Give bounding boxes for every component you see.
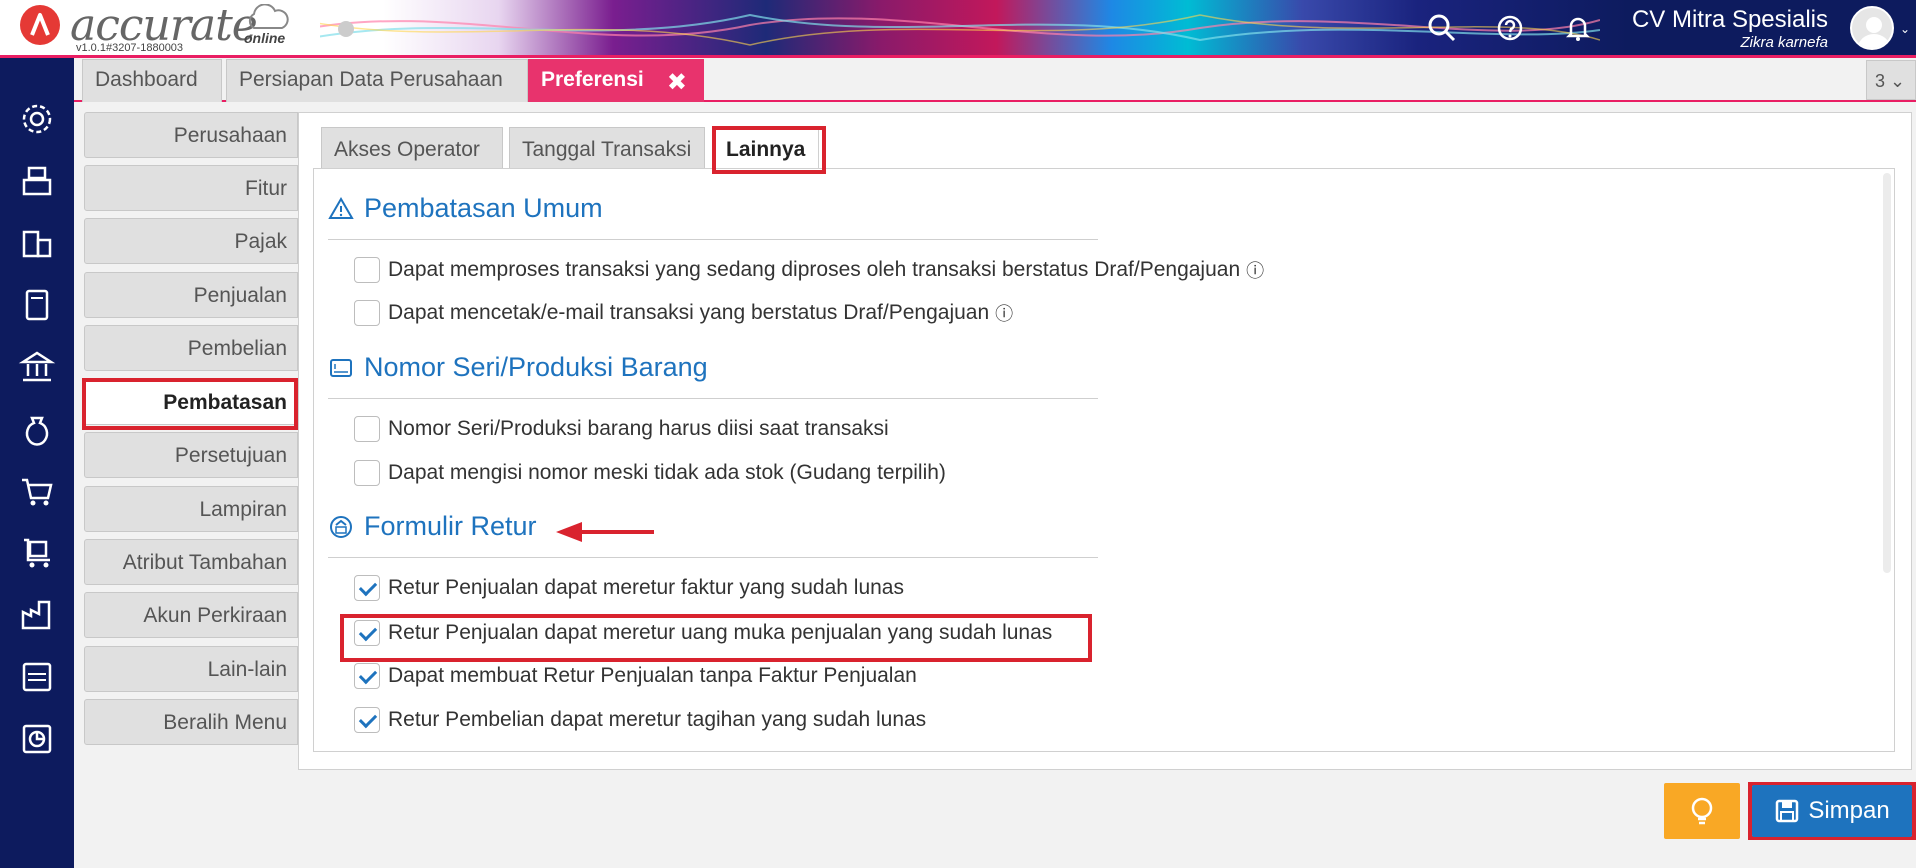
section-divider bbox=[328, 239, 1098, 240]
option-retur-faktur-lunas[interactable]: Retur Penjualan dapat meretur faktur yan… bbox=[354, 575, 904, 601]
save-button[interactable]: Simpan bbox=[1752, 785, 1912, 837]
main-tab-bar: Dashboard Persiapan Data Perusahaan Pref… bbox=[74, 58, 1916, 102]
close-icon[interactable]: ✖ bbox=[667, 68, 687, 97]
tab-preferensi[interactable]: Preferensi ✖ bbox=[528, 59, 704, 102]
option-label: Dapat mencetak/e-mail transaksi yang ber… bbox=[388, 301, 990, 324]
menu-item-lain-lain[interactable]: Lain-lain bbox=[84, 646, 298, 692]
shopping-cart-icon[interactable] bbox=[18, 472, 56, 510]
checkbox-checked[interactable] bbox=[354, 620, 380, 646]
factory-icon[interactable] bbox=[18, 596, 56, 634]
report-chart-icon[interactable] bbox=[18, 720, 56, 758]
tab-count-dropdown[interactable]: 3 ⌄ bbox=[1866, 60, 1916, 100]
tab-lainnya[interactable]: Lainnya bbox=[713, 127, 819, 169]
left-navigation-bar bbox=[0, 58, 74, 868]
option-retur-tanpa-faktur[interactable]: Dapat membuat Retur Penjualan tanpa Fakt… bbox=[354, 663, 917, 689]
tab-akses-operator[interactable]: Akses Operator bbox=[321, 127, 503, 169]
notification-bell-icon[interactable] bbox=[1562, 12, 1594, 44]
book-icon[interactable] bbox=[18, 286, 56, 324]
menu-item-penjualan[interactable]: Penjualan bbox=[84, 272, 298, 318]
menu-item-fitur[interactable]: Fitur bbox=[84, 165, 298, 211]
logo-area[interactable]: accurate online v1.0.1#3207-1880003 bbox=[0, 0, 320, 58]
tab-label: Dashboard bbox=[95, 68, 198, 91]
option-seri-wajib[interactable]: Nomor Seri/Produksi barang harus diisi s… bbox=[354, 416, 889, 442]
cash-register-icon[interactable] bbox=[18, 162, 56, 200]
option-retur-uang-muka-lunas[interactable]: Retur Penjualan dapat meretur uang muka … bbox=[354, 620, 1052, 646]
menu-item-pembelian[interactable]: Pembelian bbox=[84, 325, 298, 371]
tab-label: Preferensi bbox=[541, 68, 644, 91]
section-title: Pembatasan Umum bbox=[364, 193, 603, 223]
info-icon[interactable]: ⓘ bbox=[995, 300, 1013, 326]
gear-icon[interactable] bbox=[18, 100, 56, 138]
floppy-disk-icon bbox=[1776, 799, 1799, 823]
menu-item-persetujuan[interactable]: Persetujuan bbox=[84, 432, 298, 478]
section-divider bbox=[328, 557, 1098, 558]
vertical-scrollbar[interactable] bbox=[1883, 173, 1891, 573]
avatar[interactable] bbox=[1850, 6, 1894, 50]
cloud-icon bbox=[248, 4, 289, 29]
help-icon[interactable] bbox=[1494, 12, 1526, 44]
checkbox-checked[interactable] bbox=[354, 707, 380, 733]
option-cetak-draf[interactable]: Dapat mencetak/e-mail transaksi yang ber… bbox=[354, 300, 1013, 326]
tab-persiapan-data-perusahaan[interactable]: Persiapan Data Perusahaan bbox=[226, 59, 528, 102]
checkbox-checked[interactable] bbox=[354, 575, 380, 601]
menu-item-perusahaan[interactable]: Perusahaan bbox=[84, 112, 298, 158]
app-header: accurate online v1.0.1#3207-1880003 CV M… bbox=[0, 0, 1916, 58]
option-label: Retur Penjualan dapat meretur faktur yan… bbox=[388, 576, 904, 599]
section-title: Formulir Retur bbox=[364, 511, 537, 541]
company-name[interactable]: CV Mitra Spesialis bbox=[1632, 6, 1828, 34]
option-label: Nomor Seri/Produksi barang harus diisi s… bbox=[388, 417, 889, 440]
version-label: v1.0.1#3207-1880003 bbox=[76, 42, 184, 54]
checkbox[interactable] bbox=[354, 460, 380, 486]
section-formulir-retur: Formulir Retur bbox=[328, 511, 537, 542]
option-label: Dapat memproses transaksi yang sedang di… bbox=[388, 258, 1241, 281]
option-label: Dapat membuat Retur Penjualan tanpa Fakt… bbox=[388, 664, 917, 687]
checkbox[interactable] bbox=[354, 257, 380, 283]
checkbox-checked[interactable] bbox=[354, 663, 380, 689]
search-icon[interactable] bbox=[1426, 12, 1458, 44]
chevron-down-icon[interactable]: ⌄ bbox=[1900, 22, 1910, 36]
money-bag-icon[interactable] bbox=[18, 410, 56, 448]
option-proses-draf[interactable]: Dapat memproses transaksi yang sedang di… bbox=[354, 257, 1264, 283]
building-icon[interactable] bbox=[18, 224, 56, 262]
option-retur-pembelian-lunas[interactable]: Retur Pembelian dapat meretur tagihan ya… bbox=[354, 707, 926, 733]
section-title: Nomor Seri/Produksi Barang bbox=[364, 352, 708, 382]
bank-icon[interactable] bbox=[18, 348, 56, 386]
info-icon[interactable]: ⓘ bbox=[1246, 257, 1264, 283]
tab-tanggal-transaksi[interactable]: Tanggal Transaksi bbox=[509, 127, 705, 169]
checkbox[interactable] bbox=[354, 300, 380, 326]
logo-online: online bbox=[244, 30, 286, 46]
option-label: Dapat mengisi nomor meski tidak ada stok… bbox=[388, 461, 946, 484]
warning-icon bbox=[328, 196, 354, 219]
tax-icon[interactable] bbox=[18, 658, 56, 696]
save-label: Simpan bbox=[1808, 797, 1890, 824]
tab-content-lainnya: Pembatasan Umum Dapat memproses transaks… bbox=[313, 168, 1895, 752]
option-label: Retur Pembelian dapat meretur tagihan ya… bbox=[388, 708, 927, 731]
menu-item-pembatasan[interactable]: Pembatasan bbox=[84, 379, 298, 425]
content-panel: Akses Operator Tanggal Transaksi Lainnya… bbox=[298, 112, 1912, 770]
menu-item-atribut-tambahan[interactable]: Atribut Tambahan bbox=[84, 539, 298, 585]
tab-dashboard[interactable]: Dashboard bbox=[82, 59, 222, 102]
checkbox[interactable] bbox=[354, 416, 380, 442]
menu-item-akun-perkiraan[interactable]: Akun Perkiraan bbox=[84, 592, 298, 638]
menu-item-pajak[interactable]: Pajak bbox=[84, 218, 298, 264]
inventory-cart-icon[interactable] bbox=[18, 534, 56, 572]
return-form-icon bbox=[330, 515, 352, 538]
section-nomor-seri: Nomor Seri/Produksi Barang bbox=[328, 352, 708, 383]
serial-number-icon bbox=[330, 358, 352, 377]
accurate-logo-icon bbox=[20, 5, 60, 45]
user-name: Zikra karnefa bbox=[1740, 34, 1828, 51]
tips-button[interactable] bbox=[1664, 783, 1740, 839]
menu-item-beralih-menu[interactable]: Beralih Menu bbox=[84, 699, 298, 745]
annotation-arrow-icon bbox=[556, 522, 654, 542]
option-label: Retur Penjualan dapat meretur uang muka … bbox=[388, 621, 1053, 644]
option-seri-tanpa-stok[interactable]: Dapat mengisi nomor meski tidak ada stok… bbox=[354, 460, 946, 486]
lightbulb-icon bbox=[1691, 797, 1713, 825]
section-pembatasan-umum: Pembatasan Umum bbox=[328, 193, 603, 224]
menu-item-lampiran[interactable]: Lampiran bbox=[84, 486, 298, 532]
tab-label: Persiapan Data Perusahaan bbox=[239, 68, 503, 91]
header-wave-decoration bbox=[300, 13, 1600, 46]
section-divider bbox=[328, 398, 1098, 399]
status-dot bbox=[338, 21, 354, 37]
